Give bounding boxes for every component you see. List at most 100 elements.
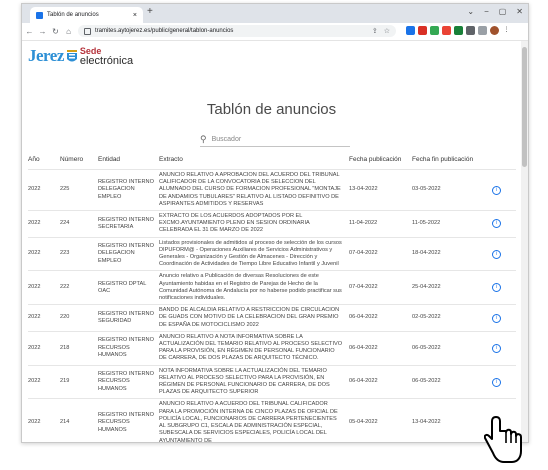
row-info-cell: i: [492, 304, 516, 332]
table-row[interactable]: 2022 224 REGISTRO INTERNO SECRETARIA EXTRAC…: [28, 210, 516, 238]
minimize-button[interactable]: −: [484, 7, 489, 16]
row-extract: Listados provisionales de admitidos al p…: [159, 236, 349, 271]
page-content: Jerez Sede electrónica Tablón de anuncio…: [22, 41, 521, 442]
row-year: 2022: [28, 210, 60, 238]
row-info-cell: i: [492, 364, 516, 399]
row-extract: NOTA INFORMATIVA SOBRE LA ACTUALIZACIÓN …: [159, 364, 349, 399]
table-row[interactable]: 2022 220 REGISTRO INTERNO SEGURIDAD BANDO D…: [28, 304, 516, 332]
extension-icon[interactable]: [406, 26, 415, 35]
row-publication-date: 06-04-2022: [349, 330, 412, 366]
puzzle-icon[interactable]: [466, 26, 475, 35]
extension-icon[interactable]: [442, 26, 451, 35]
table-row[interactable]: 2022 225 REGISTRO INTERNO DELEGACION EMPLE…: [28, 168, 516, 211]
row-year: 2022: [28, 270, 60, 305]
row-extract: ANUNCIO RELATIVO A APROBACION DEL ACUERD…: [159, 168, 349, 211]
table-header-row: Año Número Entidad Extracto Fecha public…: [28, 152, 516, 170]
lock-icon: [84, 27, 91, 35]
close-button[interactable]: ✕: [516, 7, 523, 16]
search-icon: ⚲: [200, 134, 207, 144]
row-end-date: 03-05-2022: [412, 168, 492, 211]
row-end-date: 06-05-2022: [412, 364, 492, 399]
logo-electronica: electrónica: [79, 55, 134, 67]
row-entity: REGISTRO INTERNO DELEGACION EMPLEO: [98, 236, 159, 271]
new-tab-button[interactable]: +: [147, 6, 153, 17]
reload-icon[interactable]: ↻: [50, 27, 61, 36]
row-entity: REGISTRO INTERNO RECURSOS HUMANOS: [98, 364, 159, 399]
row-entity: REGISTRO INTERNO RECURSOS HUMANOS: [98, 330, 159, 366]
row-info-cell: i: [492, 330, 516, 366]
window-controls: ⌄ − ▢ ✕: [467, 7, 523, 16]
column-header[interactable]: Entidad: [98, 152, 159, 170]
table-row[interactable]: 2022 222 REGISTRO DPTAL OAC Anuncio relativ…: [28, 270, 516, 305]
search-input[interactable]: ⚲ Buscador: [200, 133, 350, 147]
table-row[interactable]: 2022 219 REGISTRO INTERNO RECURSOS HUMANOS…: [28, 364, 516, 399]
back-icon[interactable]: ←: [24, 27, 35, 36]
logo-word: Jerez: [28, 46, 64, 65]
column-header[interactable]: Extracto: [159, 152, 349, 170]
row-info-cell: i: [492, 270, 516, 305]
row-year: 2022: [28, 304, 60, 332]
page-title: Tablón de anuncios: [206, 101, 337, 118]
row-end-date: 11-05-2022: [412, 210, 492, 238]
bookmark-star-icon[interactable]: ☆: [384, 27, 390, 35]
scrollbar-thumb[interactable]: [522, 47, 527, 167]
address-bar[interactable]: tramites.aytojerez.es/public/general/tab…: [78, 25, 396, 37]
share-icon[interactable]: ⇪: [372, 27, 378, 35]
extension-icon[interactable]: [454, 26, 463, 35]
browser-tab[interactable]: Tablón de anuncios ×: [30, 7, 143, 23]
table-row[interactable]: 2022 214 REGISTRO INTERNO RECURSOS HUMANOS…: [28, 398, 516, 442]
info-icon[interactable]: i: [492, 219, 501, 229]
row-number: 219: [60, 364, 98, 399]
column-header-actions: [492, 152, 516, 170]
info-icon[interactable]: i: [492, 283, 501, 293]
row-end-date: 06-05-2022: [412, 330, 492, 366]
row-entity: REGISTRO INTERNO RECURSOS HUMANOS: [98, 398, 159, 442]
row-number: 214: [60, 398, 98, 442]
sidebar-icon[interactable]: [478, 26, 487, 35]
row-year: 2022: [28, 364, 60, 399]
row-number: 220: [60, 304, 98, 332]
column-header[interactable]: Fecha publicación: [349, 152, 412, 170]
info-icon[interactable]: i: [492, 377, 501, 387]
tab-search-icon[interactable]: ⌄: [467, 7, 474, 16]
extension-icon[interactable]: [430, 26, 439, 35]
tab-close-icon[interactable]: ×: [133, 12, 137, 19]
site-logo[interactable]: Jerez Sede electrónica: [28, 45, 133, 67]
extensions-bar: ⋮: [406, 26, 511, 35]
info-icon[interactable]: i: [492, 313, 501, 323]
row-end-date: 18-04-2022: [412, 236, 492, 271]
favicon-icon: [36, 11, 43, 19]
row-entity: REGISTRO INTERNO SEGURIDAD: [98, 304, 159, 332]
row-year: 2022: [28, 236, 60, 271]
row-number: 218: [60, 330, 98, 366]
forward-icon[interactable]: →: [37, 27, 48, 36]
row-info-cell: i: [492, 168, 516, 211]
row-publication-date: 11-04-2022: [349, 210, 412, 238]
row-info-cell: i: [492, 236, 516, 271]
scrollbar[interactable]: [521, 41, 528, 442]
info-icon[interactable]: i: [492, 185, 501, 195]
row-publication-date: 07-04-2022: [349, 270, 412, 305]
info-icon[interactable]: i: [492, 343, 501, 353]
row-extract: Anuncio relativo a Publicación de divers…: [159, 270, 349, 305]
table-row[interactable]: 2022 223 REGISTRO INTERNO DELEGACION EMPLE…: [28, 236, 516, 271]
row-publication-date: 13-04-2022: [349, 168, 412, 211]
avatar[interactable]: [490, 26, 499, 35]
extension-icon[interactable]: [418, 26, 427, 35]
column-header[interactable]: Año: [28, 152, 60, 170]
row-entity: REGISTRO INTERNO SECRETARIA: [98, 210, 159, 238]
row-end-date: 13-04-2022: [412, 398, 492, 442]
row-publication-date: 07-04-2022: [349, 236, 412, 271]
maximize-button[interactable]: ▢: [499, 7, 507, 16]
row-number: 225: [60, 168, 98, 211]
row-publication-date: 06-04-2022: [349, 364, 412, 399]
table-row[interactable]: 2022 218 REGISTRO INTERNO RECURSOS HUMANOS…: [28, 330, 516, 366]
menu-icon[interactable]: ⋮: [502, 26, 511, 35]
title-bar: Tablón de anuncios × + ⌄ − ▢ ✕: [22, 4, 528, 23]
home-icon[interactable]: ⌂: [63, 27, 74, 36]
info-icon[interactable]: i: [492, 249, 501, 259]
browser-window: Tablón de anuncios × + ⌄ − ▢ ✕ ← → ↻ ⌂ t…: [21, 3, 529, 443]
column-header[interactable]: Número: [60, 152, 98, 170]
column-header[interactable]: Fecha fin publicación: [412, 152, 492, 170]
row-extract: ANUNCIO RELATIVO A ACUERDO DEL TRIBUNAL …: [159, 398, 349, 442]
